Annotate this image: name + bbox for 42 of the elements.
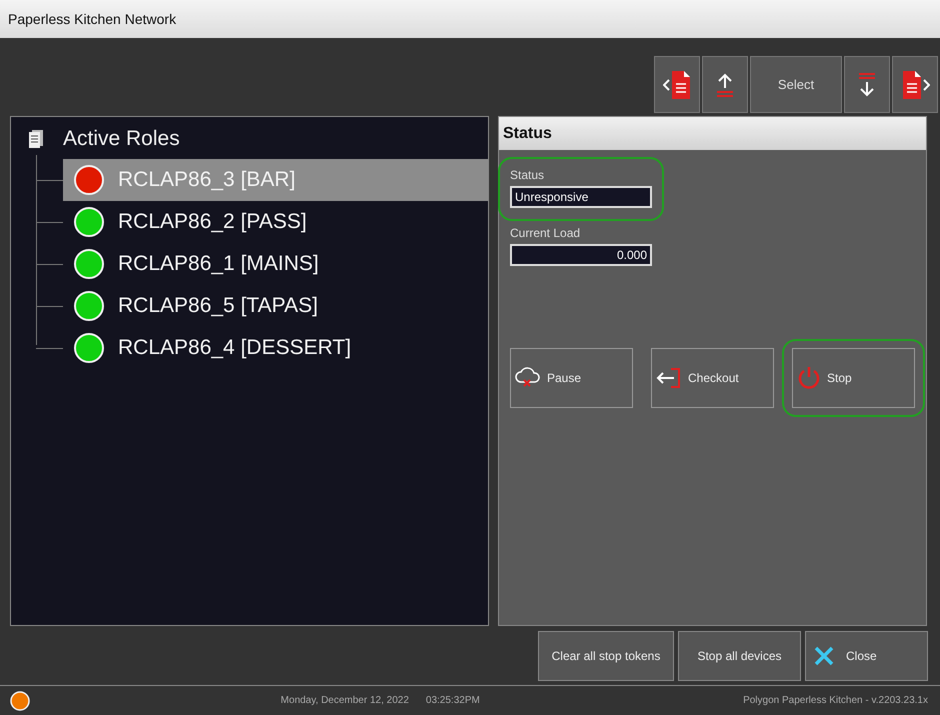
exit-icon (656, 367, 682, 389)
role-item[interactable]: RCLAP86_5 [TAPAS] (63, 285, 488, 327)
cloud-cross-icon (515, 367, 541, 389)
role-item[interactable]: RCLAP86_1 [MAINS] (63, 243, 488, 285)
toolbar-button[interactable] (654, 56, 700, 113)
panel-title: Status (503, 124, 552, 142)
document-icon (900, 70, 922, 100)
pause-button[interactable]: Pause (510, 348, 633, 408)
role-label: RCLAP86_3 [BAR] (118, 168, 296, 192)
action-button[interactable]: Stop all devices (678, 631, 801, 681)
select-button[interactable]: Select (750, 56, 842, 113)
upload-icon (715, 72, 735, 98)
action-button[interactable]: Clear all stop tokens (538, 631, 674, 681)
role-label: RCLAP86_5 [TAPAS] (118, 294, 318, 318)
field-label: Current Load (510, 226, 582, 240)
close-button[interactable]: Close (805, 631, 928, 681)
checkout-button[interactable]: Checkout (651, 348, 774, 408)
role-label: RCLAP86_4 [DESSERT] (118, 336, 352, 360)
version-text: Polygon Paperless Kitchen - v.2203.23.1x (743, 695, 928, 706)
power-icon (797, 366, 821, 390)
toolbar-button[interactable] (702, 56, 748, 113)
documents-icon (29, 130, 43, 148)
toolbar-button[interactable] (844, 56, 890, 113)
field-label: Status (510, 168, 546, 182)
download-icon (857, 72, 877, 98)
status-light-icon (10, 690, 30, 710)
chevron-right-icon (922, 78, 930, 90)
status-date: Monday, December 12, 2022 (280, 695, 409, 706)
panel-title: Active Roles (63, 127, 180, 151)
role-label: RCLAP86_1 [MAINS] (118, 252, 319, 276)
text-field[interactable]: Unresponsive (510, 186, 652, 208)
text-field[interactable]: 0.000 (510, 244, 652, 266)
document-icon (670, 70, 692, 100)
close-icon (814, 646, 834, 666)
toolbar-button[interactable] (892, 56, 938, 113)
window-title: Paperless Kitchen Network (8, 11, 176, 27)
role-item[interactable]: RCLAP86_2 [PASS] (63, 201, 488, 243)
chevron-left-icon (662, 78, 670, 90)
role-item[interactable]: RCLAP86_4 [DESSERT] (63, 327, 488, 369)
role-label: RCLAP86_2 [PASS] (118, 210, 307, 234)
stop-button[interactable]: Stop (792, 348, 915, 408)
status-time: 03:25:32PM (426, 695, 480, 706)
